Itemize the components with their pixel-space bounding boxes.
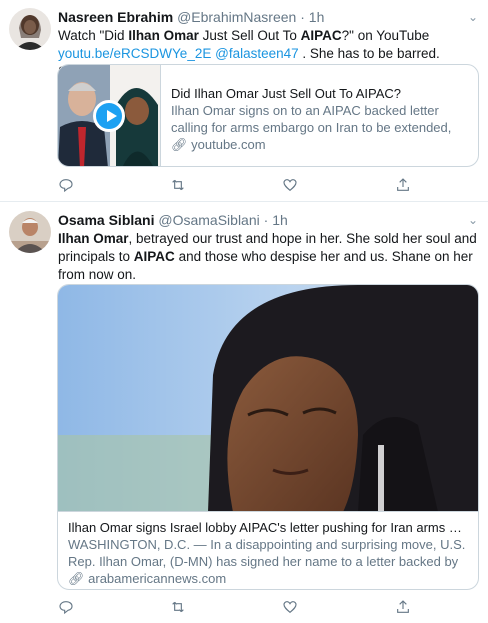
- avatar[interactable]: [9, 211, 51, 253]
- highlight-term: Ilhan Omar: [58, 231, 129, 246]
- separator: ·: [300, 9, 305, 25]
- highlight-term: Ilhan Omar: [128, 28, 199, 43]
- reply-icon[interactable]: [58, 599, 76, 617]
- text-segment: Watch "Did: [58, 28, 129, 43]
- mention-link[interactable]: @falasteen47: [215, 46, 299, 61]
- user-handle[interactable]: @EbrahimNasreen: [177, 9, 296, 25]
- card-domain-row: 🔗︎ arabamericannews.com: [68, 570, 468, 587]
- chevron-down-icon[interactable]: ⌄: [468, 211, 478, 229]
- display-name[interactable]: Osama Siblani: [58, 212, 154, 228]
- card-domain-row: 🔗︎ youtube.com: [171, 136, 468, 153]
- like-icon[interactable]: [282, 177, 300, 195]
- link-card[interactable]: Ilhan Omar signs Israel lobby AIPAC's le…: [57, 284, 479, 590]
- card-title[interactable]: Ilhan Omar signs Israel lobby AIPAC's le…: [68, 519, 468, 536]
- card-info: Did Ilhan Omar Just Sell Out To AIPAC? I…: [171, 85, 468, 153]
- retweet-icon[interactable]: [170, 599, 188, 617]
- tweet[interactable]: Nasreen Ebrahim @EbrahimNasreen · 1h ⌄ W…: [0, 0, 488, 202]
- card-title[interactable]: Did Ilhan Omar Just Sell Out To AIPAC?: [171, 85, 468, 102]
- link-card[interactable]: Did Ilhan Omar Just Sell Out To AIPAC? I…: [57, 64, 479, 167]
- tweet-actions: [58, 177, 468, 195]
- tweet-text: Ilhan Omar, betrayed our trust and hope …: [58, 230, 478, 284]
- tweet-time[interactable]: 1h: [309, 9, 325, 25]
- tweet-time[interactable]: 1h: [272, 212, 288, 228]
- url-link[interactable]: youtu.be/eRCSDWYe_2E: [58, 46, 211, 61]
- card-thumbnail: [58, 65, 161, 166]
- play-icon[interactable]: [93, 100, 125, 132]
- retweet-icon[interactable]: [170, 177, 188, 195]
- like-icon[interactable]: [282, 599, 300, 617]
- share-icon[interactable]: [395, 177, 413, 195]
- avatar-image: [9, 211, 51, 253]
- text-segment: Just Sell Out To: [198, 28, 301, 43]
- reply-icon[interactable]: [58, 177, 76, 195]
- highlight-term: AIPAC: [133, 249, 175, 264]
- card-description: Ilhan Omar signs on to an AIPAC backed l…: [171, 103, 452, 135]
- separator: ·: [263, 212, 269, 228]
- tweet-header: Nasreen Ebrahim @EbrahimNasreen · 1h ⌄: [58, 8, 478, 26]
- highlight-term: AIPAC: [300, 28, 342, 43]
- card-domain: youtube.com: [191, 137, 266, 152]
- link-icon: 🔗︎: [171, 137, 188, 152]
- article-photo: [58, 285, 478, 511]
- tweet[interactable]: Osama Siblani @OsamaSiblani · 1h ⌄ Ilhan…: [0, 202, 488, 623]
- text-segment: ?" on YouTube: [341, 28, 430, 43]
- avatar[interactable]: [9, 8, 51, 50]
- tweet-header: Osama Siblani @OsamaSiblani · 1h ⌄: [58, 211, 478, 229]
- share-icon[interactable]: [395, 599, 413, 617]
- display-name[interactable]: Nasreen Ebrahim: [58, 9, 173, 25]
- user-handle[interactable]: @OsamaSiblani: [158, 212, 259, 228]
- card-domain: arabamericannews.com: [88, 571, 227, 586]
- card-description: WASHINGTON, D.C. — In a disappointing an…: [68, 537, 466, 569]
- chevron-down-icon[interactable]: ⌄: [468, 8, 478, 26]
- card-image: [58, 285, 478, 512]
- tweet-actions: [58, 599, 468, 617]
- avatar-image: [9, 8, 51, 50]
- link-icon: 🔗︎: [68, 571, 85, 586]
- card-info: Ilhan Omar signs Israel lobby AIPAC's le…: [68, 519, 468, 587]
